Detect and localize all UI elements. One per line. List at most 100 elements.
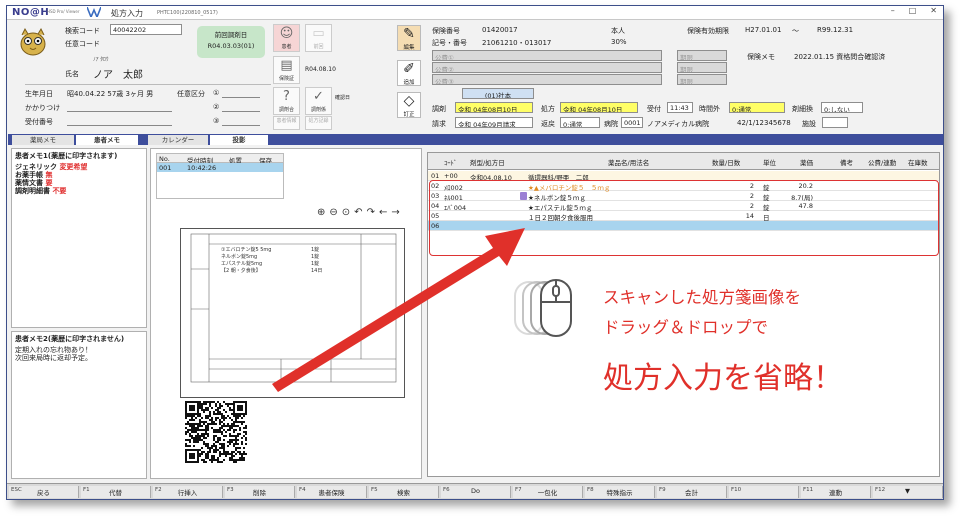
previous-dispense-date: R04.03.03(01) (207, 42, 255, 50)
fkey-f2[interactable]: F2 行挿入 (153, 486, 223, 498)
patient-info-button[interactable]: 患者情報 (273, 116, 300, 130)
previous-dispense-label: 前回調剤日 (214, 31, 248, 39)
patient-name: ノア 太郎 (93, 70, 143, 81)
previous-dispense-badge: 前回調剤日 R04.03.03(01) (197, 26, 265, 58)
grid-cell-no: 03 (431, 192, 440, 200)
bill-month[interactable]: 令和 04年09月請求 (455, 117, 533, 128)
time-slot-label: 時間外 (699, 105, 720, 113)
maximize-button[interactable]: □ (909, 6, 917, 15)
tab-patient-memo[interactable]: 患者メモ (76, 135, 138, 145)
memo-row-statement: 調剤明細書 不要 (15, 187, 67, 195)
close-button[interactable]: ✕ (930, 6, 937, 15)
fkey-label: 削除 (253, 489, 266, 497)
public-fund-1[interactable]: 公費① (432, 50, 662, 61)
fkey-label: 患者保険 (318, 489, 345, 497)
patient-memo-1[interactable]: 患者メモ1(薬歴に印字されます) ジェネリック 変更希望 お薬手帳 無 薬情文書… (11, 148, 147, 328)
insurance-no: 01420017 (482, 26, 518, 34)
fkey-f9[interactable]: F9 会計 (657, 486, 727, 498)
symbol-number: 21061210・013017 (482, 39, 552, 47)
symbol-label: 記号・番号 (432, 39, 467, 47)
exam-code-input[interactable]: 40042202 (110, 24, 182, 35)
exam-code-label: 検索コード (65, 27, 100, 35)
public-fund-2[interactable]: 公費② (432, 62, 662, 73)
rx-date-select[interactable]: 令和 04年08月10日 (560, 102, 638, 113)
fkey-label: 行挿入 (177, 489, 198, 497)
period-field-1[interactable]: 期限 (677, 50, 727, 61)
hospital-name: ノアメディカル病院 (647, 120, 710, 128)
split-select[interactable]: 0:しない (821, 102, 863, 113)
fkey-f11[interactable]: F11 連動 (801, 486, 871, 498)
document-lines: ①エバロチン錠5 5mg ネルボン錠5mg エパステル錠5mg 【2 朝・夕食後… (221, 247, 272, 274)
fkey-f8[interactable]: F8 特殊指示 (585, 486, 655, 498)
copay-rate: 30% (611, 38, 627, 46)
app-logo: NO@H (12, 7, 50, 18)
rx-record-button[interactable]: 処方記録 (305, 116, 332, 130)
fkey-f4[interactable]: F4 患者保険 (297, 486, 367, 498)
mouse-drag-icon (514, 279, 572, 337)
family-pharmacy-label: かかりつけ (25, 104, 61, 112)
grid-cell-code: +00 (444, 172, 458, 180)
insurance-memo-label: 保険メモ (747, 53, 775, 61)
dispense-date-select[interactable]: 令和 04年08月10日 (455, 102, 533, 113)
check-icon: ✓ (313, 89, 324, 104)
fkey-f1[interactable]: F1 代替 (81, 486, 151, 498)
reception-time[interactable]: 11:43 (667, 102, 693, 113)
memo1-title: 患者メモ1(薬歴に印字されます) (15, 152, 118, 160)
grid-cell-qty: 2 (749, 192, 754, 200)
birth-label: 生年月日 (25, 90, 53, 98)
grid-cell-price: 20.2 (798, 182, 813, 190)
period-field-3[interactable]: 期限 (677, 74, 727, 85)
fkey-f3[interactable]: F3 削除 (225, 486, 295, 498)
grid-row[interactable]: 01 +00 令和04.08.10 循環器科/野亜 二郎 (428, 171, 939, 182)
history-row[interactable]: 001 10:42:26 (157, 163, 283, 172)
insurance-memo: 2022.01.15 資格問合確認済 (794, 53, 886, 61)
app-logo-sub: HSD Pro/ Viewer (47, 9, 80, 14)
patient-memo-button[interactable]: ☺ 患者 (273, 24, 300, 52)
fkey-f5[interactable]: F5 検索 (369, 486, 439, 498)
optional-code-label: 任意コード (65, 40, 100, 48)
public-fund-3[interactable]: 公費③ (432, 74, 662, 85)
minimize-button[interactable]: – (891, 6, 895, 15)
fkey-esc[interactable]: ESC 戻る (9, 486, 79, 498)
revise-button[interactable]: ◇ 訂正 (397, 92, 421, 118)
hospital-code[interactable]: 0001 (621, 117, 643, 128)
fee-button[interactable]: ✓ 調剤係 (305, 87, 332, 115)
doctor-code: 42/1/12345678 (737, 119, 791, 127)
edit-button[interactable]: ✎ 編集 (397, 25, 421, 51)
patient-memo-2[interactable]: 患者メモ2(薬歴に印字されません) 定期入れの忘れ物あり！ 次回来局時に返却予定… (11, 331, 147, 479)
tab-pharmacy-memo[interactable]: 薬局メモ (12, 135, 74, 145)
fkey-label: 特殊指示 (606, 489, 633, 497)
fkey-label: 一包化 (537, 489, 558, 497)
fkey-label: 連動 (829, 489, 842, 497)
fkey-number: F10 (731, 487, 742, 493)
grid-row[interactable]: 02 ﾒﾛ002 ★▲メバロチン錠５ ５ｍｇ 2 錠 20.2 (428, 181, 939, 192)
prev-rx-button[interactable]: ▭ 前回 (305, 24, 332, 52)
facility-label: 施設 (802, 120, 816, 128)
valid-period-label: 保険有効期限 (687, 27, 729, 35)
fkey-label: 検索 (397, 489, 410, 497)
history-table: No. 受付時刻 処置 保存 001 10:42:26 (156, 153, 284, 199)
return-select[interactable]: 0:通常 (560, 117, 600, 128)
time-slot-select[interactable]: 0:通常 (729, 102, 785, 113)
return-label: 返戻 (541, 120, 555, 128)
fkey-f6[interactable]: F6 Do (441, 486, 511, 498)
fkey-f7[interactable]: F7 一包化 (513, 486, 583, 498)
period-field-2[interactable]: 期限 (677, 62, 727, 73)
add-button[interactable]: ✐ 追加 (397, 60, 421, 86)
tab-calendar[interactable]: カレンダー (148, 135, 208, 145)
category-label: 任意区分 (177, 90, 205, 98)
grid-row[interactable]: 03 ﾈﾙ001 ★ネルボン錠５ｍｇ 2 錠 8.7(局) (428, 191, 939, 202)
fkey-f10[interactable]: F10 (729, 486, 799, 498)
birth-value: 昭40.04.22 57歳 3ヶ月 男 (67, 90, 154, 98)
memo-row-document: 薬情文書 要 (15, 179, 53, 187)
fkey-label: 戻る (37, 489, 50, 497)
screen-id: PHTC100(220810_0517) (157, 10, 218, 16)
reprint-button[interactable]: ? 調剤合 (273, 87, 300, 115)
prescription-window: NO@H HSD Pro/ Viewer 処方入力 PHTC100(220810… (6, 5, 944, 500)
hospital-label: 病院 (604, 120, 618, 128)
insurance-card-button[interactable]: ▤ 保険証 (273, 56, 300, 84)
facility-input[interactable] (822, 117, 848, 128)
fkey-f12[interactable]: F12 ▼ (873, 486, 943, 498)
pencil-icon: ✎ (403, 26, 415, 42)
tab-projection[interactable]: 投影 (210, 135, 268, 145)
